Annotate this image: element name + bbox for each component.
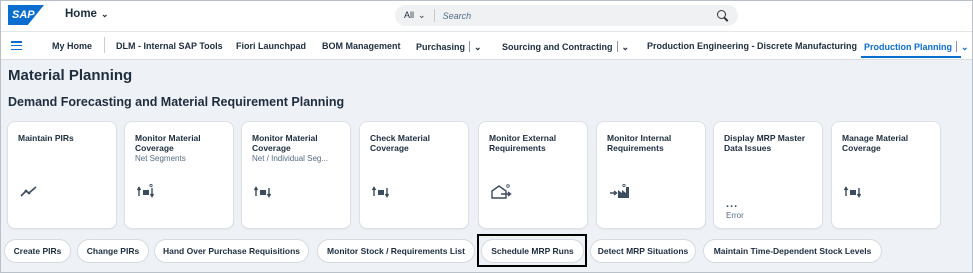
link-hand-over-purchase-requisitions[interactable]: Hand Over Purchase Requisitions <box>155 240 308 262</box>
nav-item-label: Production Planning <box>864 42 952 52</box>
nav-item-label: Purchasing <box>416 42 466 52</box>
nav-item-production-engineering[interactable]: Production Engineering - Discrete Manufa… <box>647 41 857 51</box>
tile-title: Maintain PIRs <box>18 133 74 143</box>
search-scope-value: All <box>404 10 415 20</box>
material-coverage-icon <box>136 183 155 203</box>
link-change-pirs[interactable]: Change PIRs <box>78 240 148 262</box>
link-create-pirs[interactable]: Create PIRs <box>5 240 70 262</box>
warehouse-icon <box>491 184 513 203</box>
home-title: Home <box>65 8 97 20</box>
tile-value: ... <box>726 198 739 210</box>
nav-item-production-planning[interactable]: Production Planning ⌄ <box>864 41 969 53</box>
material-coverage-icon <box>843 184 862 203</box>
nav-item-fiori-launchpad[interactable]: Fiori Launchpad <box>236 41 306 51</box>
highlight-box <box>477 234 587 267</box>
tile-title: Display MRP Master Data Issues <box>724 133 806 153</box>
section-title: Demand Forecasting and Material Requirem… <box>8 95 345 109</box>
active-tab-indicator <box>861 56 961 58</box>
tile-monitor-internal-requirements[interactable]: Monitor Internal Requirements <box>597 122 705 228</box>
tile-title: Manage Material Coverage <box>842 133 909 153</box>
tile-monitor-external-requirements[interactable]: Monitor External Requirements <box>479 122 587 228</box>
space-navigation-bar: My Home DLM - Internal SAP Tools Fiori L… <box>1 31 972 60</box>
link-maintain-time-dependent-stock-levels[interactable]: Maintain Time-Dependent Stock Levels <box>704 240 881 262</box>
link-detect-mrp-situations[interactable]: Detect MRP Situations <box>591 240 695 262</box>
search-bar[interactable]: All ⌄ Search <box>395 5 738 26</box>
hamburger-menu-icon[interactable] <box>11 41 22 51</box>
tile-title: Monitor Material Coverage <box>135 133 201 153</box>
tile-monitor-material-coverage-individual[interactable]: Monitor Material Coverage Net / Individu… <box>242 122 350 228</box>
tile-manage-material-coverage[interactable]: Manage Material Coverage <box>832 122 940 228</box>
chevron-down-icon[interactable]: ⌄ <box>474 42 482 52</box>
nav-item-sourcing-and-contracting[interactable]: Sourcing and Contracting ⌄ <box>502 41 629 53</box>
page-title: Material Planning <box>8 67 133 84</box>
nav-item-bom-management[interactable]: BOM Management <box>322 41 401 51</box>
link-monitor-stock-requirements-list[interactable]: Monitor Stock / Requirements List <box>318 240 474 262</box>
search-input[interactable]: Search <box>443 11 716 21</box>
tile-title: Check Material Coverage <box>370 133 430 153</box>
chevron-down-icon[interactable]: ⌄ <box>622 42 630 52</box>
tile-title: Monitor Internal Requirements <box>607 133 672 153</box>
search-divider <box>433 9 435 22</box>
nav-item-purchasing[interactable]: Purchasing ⌄ <box>416 41 482 53</box>
nav-separator <box>956 41 957 52</box>
tile-display-mrp-master-data-issues[interactable]: Display MRP Master Data Issues ... Error <box>714 122 822 228</box>
tile-title: Monitor External Requirements <box>489 133 557 153</box>
material-coverage-icon <box>253 184 272 203</box>
chevron-down-icon[interactable]: ⌄ <box>961 42 969 52</box>
search-icon[interactable] <box>716 9 729 22</box>
nav-item-label: Sourcing and Contracting <box>502 42 613 52</box>
nav-item-dlm-internal-sap-tools[interactable]: DLM - Internal SAP Tools <box>116 41 223 51</box>
tile-footer: Error <box>726 211 744 220</box>
tile-subtitle: Net Segments <box>135 154 186 163</box>
factory-icon <box>609 183 631 203</box>
tile-monitor-material-coverage-net-segments[interactable]: Monitor Material Coverage Net Segments <box>125 122 233 228</box>
home-menu-button[interactable]: Home ⌄ <box>65 8 109 20</box>
nav-divider <box>104 37 105 53</box>
tile-check-material-coverage[interactable]: Check Material Coverage <box>360 122 468 228</box>
tile-subtitle: Net / Individual Seg... <box>252 154 329 163</box>
sap-logo[interactable]: SAP <box>8 5 44 25</box>
shell-header: SAP Home ⌄ All ⌄ Search <box>1 1 972 31</box>
tile-maintain-pirs[interactable]: Maintain PIRs <box>8 122 116 228</box>
material-coverage-icon <box>371 184 390 203</box>
nav-separator <box>469 41 471 52</box>
tile-title: Monitor Material Coverage <box>252 133 318 153</box>
nav-item-my-home[interactable]: My Home <box>52 41 92 51</box>
search-scope-select[interactable]: All ⌄ <box>404 10 426 21</box>
trend-chart-icon <box>20 184 38 201</box>
chevron-down-icon: ⌄ <box>100 9 109 19</box>
nav-separator <box>616 41 618 52</box>
chevron-down-icon: ⌄ <box>418 10 426 20</box>
